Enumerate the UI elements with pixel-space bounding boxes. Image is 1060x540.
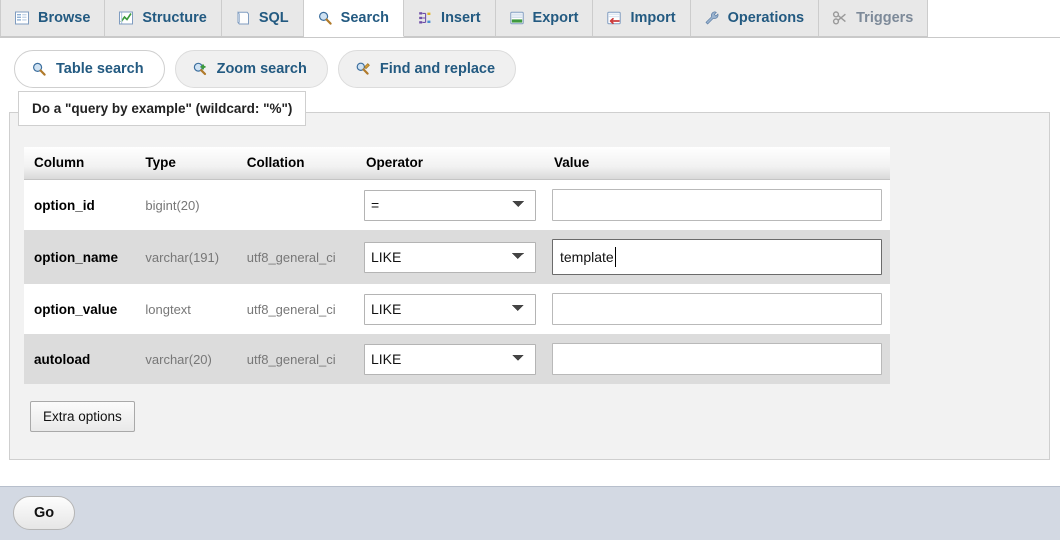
extra-options-button[interactable]: Extra options bbox=[30, 401, 135, 432]
export-icon bbox=[509, 11, 524, 25]
cell-column-type: varchar(20) bbox=[145, 351, 212, 367]
browse-icon bbox=[15, 11, 29, 25]
value-input-option_id[interactable] bbox=[552, 189, 882, 221]
search-subtab-bar: Table search Zoom search Find and replace bbox=[0, 38, 1060, 98]
tab-label: Insert bbox=[441, 9, 481, 26]
column-header-column: Column bbox=[24, 147, 136, 180]
operator-select-autoload[interactable]: LIKE bbox=[363, 343, 536, 375]
subtab-zoom-search[interactable]: Zoom search bbox=[174, 50, 328, 88]
subtab-label: Find and replace bbox=[379, 61, 496, 77]
tab-label: Triggers bbox=[856, 9, 914, 26]
cell-value bbox=[544, 180, 890, 231]
tab-label: SQL bbox=[258, 9, 289, 26]
value-input-wrapper bbox=[552, 189, 882, 221]
operator-select-option_value[interactable]: LIKE bbox=[363, 293, 536, 325]
column-header-type: Type bbox=[135, 147, 237, 180]
tab-export[interactable]: Export bbox=[495, 0, 594, 37]
cell-column-type: longtext bbox=[145, 301, 191, 317]
text-caret bbox=[615, 247, 616, 267]
magnifier-icon bbox=[32, 62, 46, 76]
operations-icon bbox=[705, 11, 718, 25]
value-input-wrapper bbox=[552, 293, 882, 325]
subtab-table-search[interactable]: Table search bbox=[14, 50, 165, 88]
cell-operator: LIKE bbox=[356, 334, 544, 384]
cell-value bbox=[544, 334, 890, 384]
table-header-row: Column Type Collation Operator Value bbox=[24, 147, 890, 180]
magnifier-wrench-icon bbox=[356, 62, 370, 75]
cell-column-type: bigint(20) bbox=[145, 197, 200, 213]
cell-column-name: option_name bbox=[34, 249, 119, 265]
operator-select-option_id[interactable]: = bbox=[363, 189, 536, 221]
go-button[interactable]: Go bbox=[13, 496, 76, 530]
tab-search[interactable]: Search bbox=[303, 0, 405, 37]
tab-import[interactable]: Import bbox=[593, 0, 691, 37]
tab-label: Search bbox=[340, 9, 390, 26]
tab-label: Structure bbox=[142, 9, 207, 26]
value-input-wrapper bbox=[552, 343, 882, 375]
tab-label: Import bbox=[630, 9, 676, 26]
cell-value bbox=[544, 230, 890, 284]
value-input-option_value[interactable] bbox=[552, 293, 882, 325]
cell-column-name: autoload bbox=[34, 351, 91, 367]
table-row: option_id bigint(20) = bbox=[24, 179, 890, 231]
column-header-collation: Collation bbox=[236, 147, 356, 180]
value-input-wrapper bbox=[552, 239, 882, 275]
form-footer: Go bbox=[0, 486, 1060, 540]
cell-column-name: option_value bbox=[34, 301, 118, 317]
cell-column-collation: utf8_general_ci bbox=[246, 351, 336, 367]
subtab-label: Table search bbox=[56, 61, 144, 77]
extra-options-area: Extra options bbox=[10, 384, 1049, 432]
tab-insert[interactable]: Insert bbox=[404, 0, 496, 37]
fieldset-legend: Do a "query by example" (wildcard: "%") bbox=[18, 91, 307, 126]
table-row: option_name varchar(191) utf8_general_ci LI… bbox=[24, 230, 890, 284]
magnifier-plus-icon bbox=[193, 62, 206, 76]
tab-label: Export bbox=[532, 9, 579, 26]
cell-operator: = bbox=[356, 180, 544, 231]
cell-column-name: option_id bbox=[34, 197, 95, 213]
insert-icon bbox=[419, 12, 431, 24]
column-header-operator: Operator bbox=[355, 147, 544, 180]
table-head: Column Type Collation Operator Value bbox=[24, 147, 890, 180]
tab-label: Browse bbox=[38, 9, 91, 26]
search-icon bbox=[318, 11, 332, 25]
cell-column-collation bbox=[237, 180, 356, 231]
subtab-find-and-replace[interactable]: Find and replace bbox=[337, 50, 517, 88]
table-row: option_value longtext utf8_general_ci LIKE bbox=[24, 284, 890, 334]
tab-label: Operations bbox=[727, 9, 805, 26]
import-icon bbox=[607, 11, 622, 25]
tab-browse[interactable]: Browse bbox=[0, 0, 106, 37]
triggers-icon bbox=[833, 11, 846, 25]
subtab-label: Zoom search bbox=[216, 61, 307, 77]
cell-operator: LIKE bbox=[356, 284, 544, 334]
cell-column-collation: utf8_general_ci bbox=[246, 249, 336, 265]
search-criteria-table: Column Type Collation Operator Value option_… bbox=[24, 147, 890, 384]
tab-sql[interactable]: SQL bbox=[221, 0, 304, 37]
cell-column-collation: utf8_general_ci bbox=[246, 301, 336, 317]
value-input-option_name[interactable] bbox=[552, 239, 882, 275]
sql-icon bbox=[237, 11, 249, 25]
table-body: option_id bigint(20) = option_name varchar(1… bbox=[24, 179, 890, 384]
structure-icon bbox=[119, 11, 134, 25]
cell-column-type: varchar(191) bbox=[145, 249, 220, 265]
cell-operator: LIKE bbox=[356, 230, 544, 284]
operator-select-option_name[interactable]: LIKE bbox=[363, 241, 536, 273]
column-header-value: Value bbox=[544, 147, 890, 180]
main-tab-bar: Browse Structure SQL Search Insert Export Impo… bbox=[0, 0, 1060, 38]
query-by-example-fieldset: Do a "query by example" (wildcard: "%") … bbox=[9, 91, 1050, 460]
tab-triggers[interactable]: Triggers bbox=[819, 0, 929, 37]
cell-value bbox=[544, 284, 890, 334]
tab-structure[interactable]: Structure bbox=[105, 0, 222, 37]
value-input-autoload[interactable] bbox=[552, 343, 882, 375]
tab-operations[interactable]: Operations bbox=[690, 0, 820, 37]
table-row: autoload varchar(20) utf8_general_ci LIKE bbox=[24, 334, 890, 384]
